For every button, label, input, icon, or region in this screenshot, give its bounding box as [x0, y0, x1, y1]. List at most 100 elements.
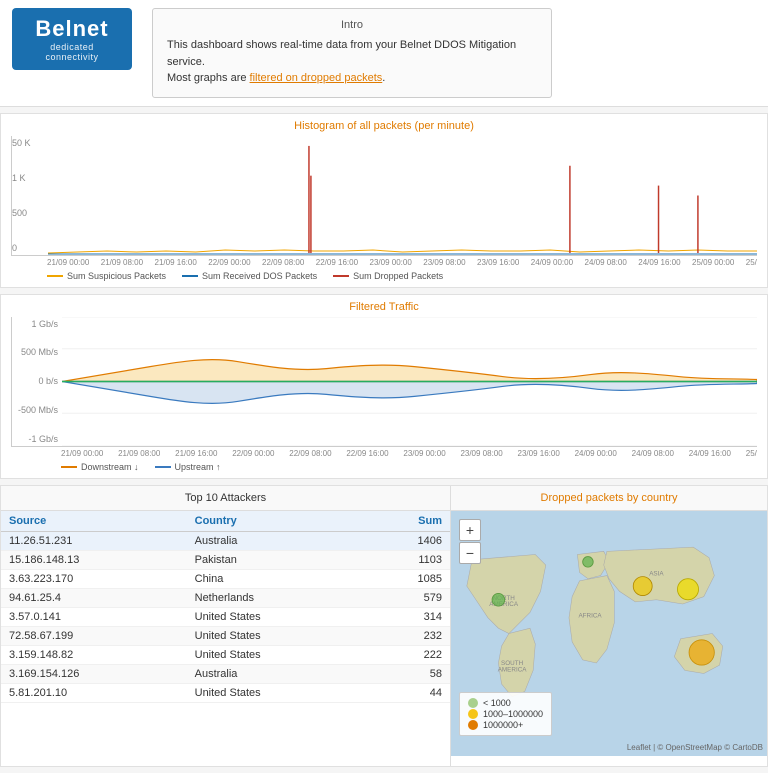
cell-country: United States	[187, 645, 363, 664]
cell-source: 3.57.0.141	[1, 607, 187, 626]
histogram-title: Histogram of all packets (per minute)	[11, 120, 757, 132]
legend-item-high: 1000000+	[468, 720, 543, 730]
traffic-inner	[62, 317, 757, 446]
histogram-area: 50 K 1 K 500 0	[11, 136, 757, 281]
cell-sum: 232	[363, 626, 450, 645]
cell-sum: 1103	[363, 550, 450, 569]
attackers-data-table: Source Country Sum 11.26.51.231 Australi…	[1, 511, 450, 703]
map-container: + − NORTH	[451, 511, 767, 756]
map-circle-us	[492, 593, 505, 606]
legend-high-label: 1000000+	[483, 720, 523, 730]
intro-line2: Most graphs are	[167, 72, 246, 84]
cell-source: 72.58.67.199	[1, 626, 187, 645]
legend-suspicious: Sum Suspicious Packets	[47, 271, 166, 281]
cell-source: 3.63.223.170	[1, 569, 187, 588]
map-circle-australia	[689, 639, 714, 664]
traffic-panel: Filtered Traffic 1 Gb/s 500 Mb/s 0 b/s -…	[0, 294, 768, 479]
dropped-label: Sum Dropped Packets	[353, 271, 443, 281]
cell-sum: 44	[363, 683, 450, 702]
cell-sum: 1085	[363, 569, 450, 588]
logo-subtitle: dedicated connectivity	[24, 42, 120, 62]
bottom-section: Top 10 Attackers Source Country Sum 11.2…	[0, 485, 768, 767]
histogram-panel: Histogram of all packets (per minute) 50…	[0, 113, 768, 288]
legend-mid-label: 1000–1000000	[483, 709, 543, 719]
legend-dropped: Sum Dropped Packets	[333, 271, 443, 281]
downstream-label: Downstream ↓	[81, 462, 139, 472]
cell-country: Pakistan	[187, 550, 363, 569]
cell-source: 3.159.148.82	[1, 645, 187, 664]
map-circle-netherlands	[583, 556, 594, 567]
table-title: Top 10 Attackers	[1, 486, 450, 511]
cell-sum: 579	[363, 588, 450, 607]
intro-line1: This dashboard shows real-time data from…	[167, 39, 516, 68]
traffic-chart: 1 Gb/s 500 Mb/s 0 b/s -500 Mb/s -1 Gb/s	[11, 317, 757, 447]
attackers-table: Top 10 Attackers Source Country Sum 11.2…	[1, 486, 451, 766]
cell-sum: 58	[363, 664, 450, 683]
traffic-y-labels: 1 Gb/s 500 Mb/s 0 b/s -500 Mb/s -1 Gb/s	[12, 317, 62, 446]
col-source: Source	[1, 511, 187, 532]
table-row[interactable]: 3.57.0.141 United States 314	[1, 607, 450, 626]
legend-item-low: < 1000	[468, 698, 543, 708]
map-title: Dropped packets by country	[451, 486, 767, 511]
table-row[interactable]: 3.63.223.170 China 1085	[1, 569, 450, 588]
cell-source: 11.26.51.231	[1, 531, 187, 550]
legend-item-mid: 1000–1000000	[468, 709, 543, 719]
table-row[interactable]: 3.169.154.126 Australia 58	[1, 664, 450, 683]
svg-text:ASIA: ASIA	[649, 570, 664, 577]
histogram-y-labels: 50 K 1 K 500 0	[12, 136, 48, 255]
cell-sum: 1406	[363, 531, 450, 550]
legend-mid-dot	[468, 709, 478, 719]
cell-sum: 222	[363, 645, 450, 664]
histogram-svg	[48, 136, 757, 255]
intro-box: Intro This dashboard shows real-time dat…	[152, 8, 552, 98]
cell-source: 3.169.154.126	[1, 664, 187, 683]
cell-country: Australia	[187, 664, 363, 683]
table-row[interactable]: 15.186.148.13 Pakistan 1103	[1, 550, 450, 569]
map-section: Dropped packets by country + −	[451, 486, 767, 766]
histogram-x-labels: 21/09 00:00 21/09 08:00 21/09 16:00 22/0…	[47, 258, 757, 267]
dropped-dot	[333, 275, 349, 277]
table-row[interactable]: 72.58.67.199 United States 232	[1, 626, 450, 645]
cell-country: Australia	[187, 531, 363, 550]
traffic-x-labels: 21/09 00:00 21/09 08:00 21/09 16:00 22/0…	[61, 449, 757, 458]
cell-source: 5.81.201.10	[1, 683, 187, 702]
map-controls: + −	[459, 519, 481, 564]
legend-high-dot	[468, 720, 478, 730]
table-row[interactable]: 94.61.25.4 Netherlands 579	[1, 588, 450, 607]
intro-link[interactable]: filtered on dropped packets	[250, 72, 383, 84]
cell-country: Netherlands	[187, 588, 363, 607]
suspicious-label: Sum Suspicious Packets	[67, 271, 166, 281]
table-row[interactable]: 5.81.201.10 United States 44	[1, 683, 450, 702]
table-row[interactable]: 3.159.148.82 United States 222	[1, 645, 450, 664]
table-row[interactable]: 11.26.51.231 Australia 1406	[1, 531, 450, 550]
intro-period: .	[382, 72, 385, 84]
header: Belnet dedicated connectivity Intro This…	[0, 0, 768, 107]
legend-low-label: < 1000	[483, 698, 511, 708]
svg-text:AFRICA: AFRICA	[578, 612, 602, 619]
downstream-dot	[61, 466, 77, 468]
traffic-area: 1 Gb/s 500 Mb/s 0 b/s -500 Mb/s -1 Gb/s	[11, 317, 757, 472]
cell-source: 94.61.25.4	[1, 588, 187, 607]
cell-sum: 314	[363, 607, 450, 626]
y-label-3: 0	[12, 243, 44, 253]
y-label-0: 50 K	[12, 138, 44, 148]
cell-country: United States	[187, 683, 363, 702]
zoom-in-button[interactable]: +	[459, 519, 481, 541]
received-dot	[182, 275, 198, 277]
map-circle-china	[677, 578, 698, 599]
legend-downstream: Downstream ↓	[61, 462, 139, 472]
cell-country: United States	[187, 607, 363, 626]
legend-received: Sum Received DOS Packets	[182, 271, 317, 281]
intro-title: Intro	[167, 19, 537, 31]
map-legend: < 1000 1000–1000000 1000000+	[459, 692, 552, 736]
y-label-1: 1 K	[12, 173, 44, 183]
suspicious-dot	[47, 275, 63, 277]
col-country: Country	[187, 511, 363, 532]
belnet-logo: Belnet dedicated connectivity	[12, 8, 132, 70]
histogram-legend: Sum Suspicious Packets Sum Received DOS …	[47, 271, 757, 281]
y-label-2: 500	[12, 208, 44, 218]
histogram-chart: 50 K 1 K 500 0	[11, 136, 757, 256]
col-sum: Sum	[363, 511, 450, 532]
zoom-out-button[interactable]: −	[459, 542, 481, 564]
histogram-inner	[48, 136, 757, 255]
